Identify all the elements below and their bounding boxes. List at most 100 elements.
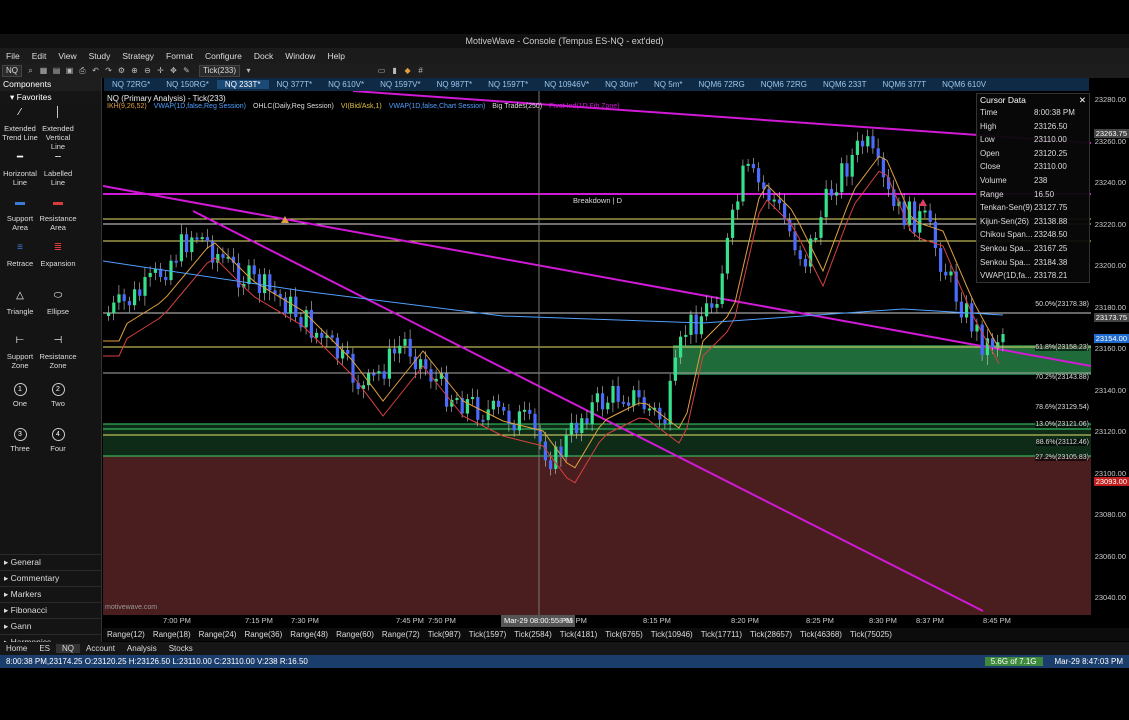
ellipse-icon: ⬭: [53, 290, 63, 301]
bar-size-button[interactable]: Range(36): [240, 630, 286, 639]
chart-tab[interactable]: NQ 1597T*: [480, 80, 536, 89]
candle-body: [803, 259, 807, 267]
tool-expansion[interactable]: ≣ Expansion: [38, 243, 78, 269]
bar-size-button[interactable]: Range(48): [286, 630, 332, 639]
bar-size-button[interactable]: Tick(1597): [465, 630, 511, 639]
category-gann[interactable]: ▸ Gann: [0, 618, 101, 634]
tool-two[interactable]: 2 Two: [38, 383, 78, 408]
bar-size-button[interactable]: Range(60): [332, 630, 378, 639]
chart-tab[interactable]: NQ 987T*: [429, 80, 481, 89]
price-chart[interactable]: NQ (Primary Analysis) - Tick(233) IKH(9,…: [103, 91, 1091, 615]
bar-size-button[interactable]: Range(72): [378, 630, 424, 639]
chart-tab[interactable]: NQM6 72RG: [690, 80, 752, 89]
redo-icon[interactable]: ↷: [104, 66, 113, 75]
open-icon[interactable]: ▤: [52, 66, 61, 75]
bottom-tab-nq[interactable]: NQ: [56, 644, 81, 653]
chart-tab[interactable]: NQ 150RG*: [158, 80, 217, 89]
zoom-in-icon[interactable]: ⊕: [130, 66, 139, 75]
chart-tab[interactable]: NQ 377T*: [269, 80, 321, 89]
color-icon[interactable]: ◆: [403, 66, 412, 75]
bar-size-button[interactable]: Range(18): [149, 630, 195, 639]
crosshair-icon[interactable]: ✛: [156, 66, 165, 75]
chart-tab[interactable]: NQ 610V*: [320, 80, 372, 89]
tool-retrace[interactable]: ≡ Retrace: [0, 243, 40, 269]
symbol-select[interactable]: NQ: [2, 64, 22, 77]
bar-size-button[interactable]: Range(24): [195, 630, 241, 639]
bottom-tab-home[interactable]: Home: [0, 644, 33, 653]
menu-item-file[interactable]: File: [0, 51, 26, 61]
bar-size-button[interactable]: Tick(6765): [601, 630, 647, 639]
time-axis[interactable]: Mar-29 08:00:55 PM 7:00 PM 7:15 PM 7:30 PM…: [103, 615, 1091, 627]
settings-icon[interactable]: ⚙: [117, 66, 126, 75]
tool-resistance-zone[interactable]: ⊣ Resistance Zone: [38, 336, 78, 371]
bottom-tab-account[interactable]: Account: [80, 644, 121, 653]
bar-size-button[interactable]: Tick(2584): [510, 630, 556, 639]
menu-item-dock[interactable]: Dock: [248, 51, 279, 61]
chart-tab[interactable]: NQM6 233T: [815, 80, 875, 89]
chevron-down-icon[interactable]: ▾: [244, 66, 253, 75]
category-commentary[interactable]: ▸ Commentary: [0, 570, 101, 586]
draw-icon[interactable]: ✎: [182, 66, 191, 75]
undo-icon[interactable]: ↶: [91, 66, 100, 75]
bottom-tab-stocks[interactable]: Stocks: [163, 644, 199, 653]
tool-horizontal-line[interactable]: ━ Horizontal Line: [0, 153, 40, 188]
bar-size-button[interactable]: Tick(10946): [647, 630, 697, 639]
chart-tab[interactable]: NQ 10946V*: [536, 80, 597, 89]
bar-size-button[interactable]: Tick(4181): [556, 630, 602, 639]
bottom-tab-analysis[interactable]: Analysis: [121, 644, 163, 653]
favorites-header[interactable]: ▾ Favorites: [0, 91, 101, 104]
bottom-tab-es[interactable]: ES: [33, 644, 56, 653]
bar-size-button[interactable]: Tick(17711): [697, 630, 746, 639]
bar-size-button[interactable]: Tick(75025): [846, 630, 896, 639]
tool-resistance-area[interactable]: ▬ Resistance Area: [38, 198, 78, 233]
bar-size-button[interactable]: Tick(46368): [796, 630, 846, 639]
save-icon[interactable]: ▣: [65, 66, 74, 75]
chart-tab[interactable]: NQM6 377T: [875, 80, 935, 89]
tool-labelled-line[interactable]: ╌ Labelled Line: [38, 153, 78, 188]
menu-item-format[interactable]: Format: [160, 51, 199, 61]
tool-support-zone[interactable]: ⊢ Support Zone: [0, 336, 40, 371]
grid-icon[interactable]: #: [416, 66, 425, 75]
tool-three[interactable]: 3 Three: [0, 428, 40, 453]
tool-extended-trend-line[interactable]: ⁄ Extended Trend Line: [0, 108, 40, 143]
close-icon[interactable]: ✕: [1079, 94, 1089, 106]
chart-tab[interactable]: NQ 233T*: [216, 80, 269, 89]
bar-size-button[interactable]: Range(12): [103, 630, 149, 639]
print-icon[interactable]: ⎙: [78, 66, 87, 75]
menu-item-window[interactable]: Window: [279, 51, 321, 61]
pan-icon[interactable]: ✥: [169, 66, 178, 75]
candle-body: [497, 400, 501, 408]
search-icon[interactable]: ⌕: [26, 66, 35, 75]
chart-tab[interactable]: NQM6 72RG: [753, 80, 815, 89]
tool-extended-vertical-line[interactable]: │ Extended Vertical Line: [38, 108, 78, 152]
chart-tab[interactable]: NQ 30m*: [597, 80, 646, 89]
tool-four[interactable]: 4 Four: [38, 428, 78, 453]
menu-item-strategy[interactable]: Strategy: [116, 51, 160, 61]
zoom-out-icon[interactable]: ⊖: [143, 66, 152, 75]
menu-item-edit[interactable]: Edit: [26, 51, 53, 61]
menu-item-study[interactable]: Study: [83, 51, 117, 61]
layout-icon[interactable]: ▭: [377, 66, 386, 75]
menu-item-configure[interactable]: Configure: [199, 51, 248, 61]
time-tick-label: 7:50 PM: [428, 616, 456, 625]
bar-size-select[interactable]: Tick(233): [199, 64, 241, 77]
chart-tab[interactable]: NQ 1597V*: [372, 80, 428, 89]
chart-tab[interactable]: NQ 5m*: [646, 80, 690, 89]
chart-tab[interactable]: NQM6 610V: [934, 80, 994, 89]
candle-body: [741, 165, 745, 202]
bar-size-button[interactable]: Tick(987): [424, 630, 465, 639]
price-axis[interactable]: 23280.00 23260.00 23240.00 23220.00 23200.00…: [1091, 91, 1129, 615]
category-general[interactable]: ▸ General: [0, 554, 101, 570]
menu-item-help[interactable]: Help: [321, 51, 350, 61]
bar-size-button[interactable]: Tick(28657): [746, 630, 796, 639]
tool-support-area[interactable]: ▬ Support Area: [0, 198, 40, 233]
new-chart-icon[interactable]: ▦: [39, 66, 48, 75]
tool-triangle[interactable]: △ Triangle: [0, 291, 40, 317]
tool-one[interactable]: 1 One: [0, 383, 40, 408]
menu-item-view[interactable]: View: [52, 51, 82, 61]
tool-ellipse[interactable]: ⬭ Ellipse: [38, 290, 78, 317]
chart-tab[interactable]: NQ 72RG*: [104, 80, 158, 89]
bar-type-icon[interactable]: ▮: [390, 66, 399, 75]
category-fibonacci[interactable]: ▸ Fibonacci: [0, 602, 101, 618]
category-markers[interactable]: ▸ Markers: [0, 586, 101, 602]
